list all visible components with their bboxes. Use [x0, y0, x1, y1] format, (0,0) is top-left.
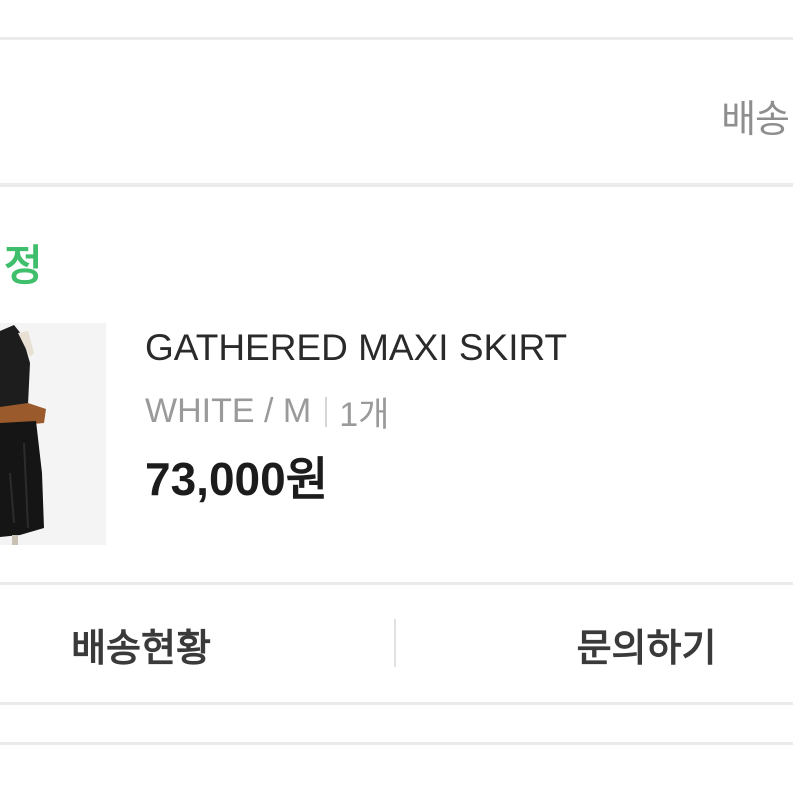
product-name[interactable]: GATHERED MAXI SKIRT: [145, 327, 567, 369]
product-thumbnail[interactable]: [0, 323, 106, 545]
product-option: WHITE / M: [145, 392, 312, 430]
bottom-divider: [0, 742, 793, 745]
inquiry-button[interactable]: 문의하기: [500, 585, 793, 703]
product-photo-graphic: [0, 323, 106, 545]
header-shipping-label[interactable]: 배송: [721, 88, 789, 143]
product-option-row: WHITE / M 1개: [145, 387, 389, 436]
header-divider: [0, 183, 793, 187]
shipping-status-button[interactable]: 배송현황: [0, 585, 282, 703]
order-detail-page: 배송 ·정 GATHERED MAXI SKIRT WHITE / M 1개 7…: [0, 0, 793, 793]
product-price: 73,000원: [145, 453, 329, 505]
order-status-label: ·정: [0, 242, 43, 289]
option-separator: [325, 396, 328, 427]
action-separator: [394, 619, 396, 667]
product-quantity: 1개: [339, 396, 390, 434]
top-divider: [0, 37, 793, 40]
actions-divider: [0, 702, 793, 705]
